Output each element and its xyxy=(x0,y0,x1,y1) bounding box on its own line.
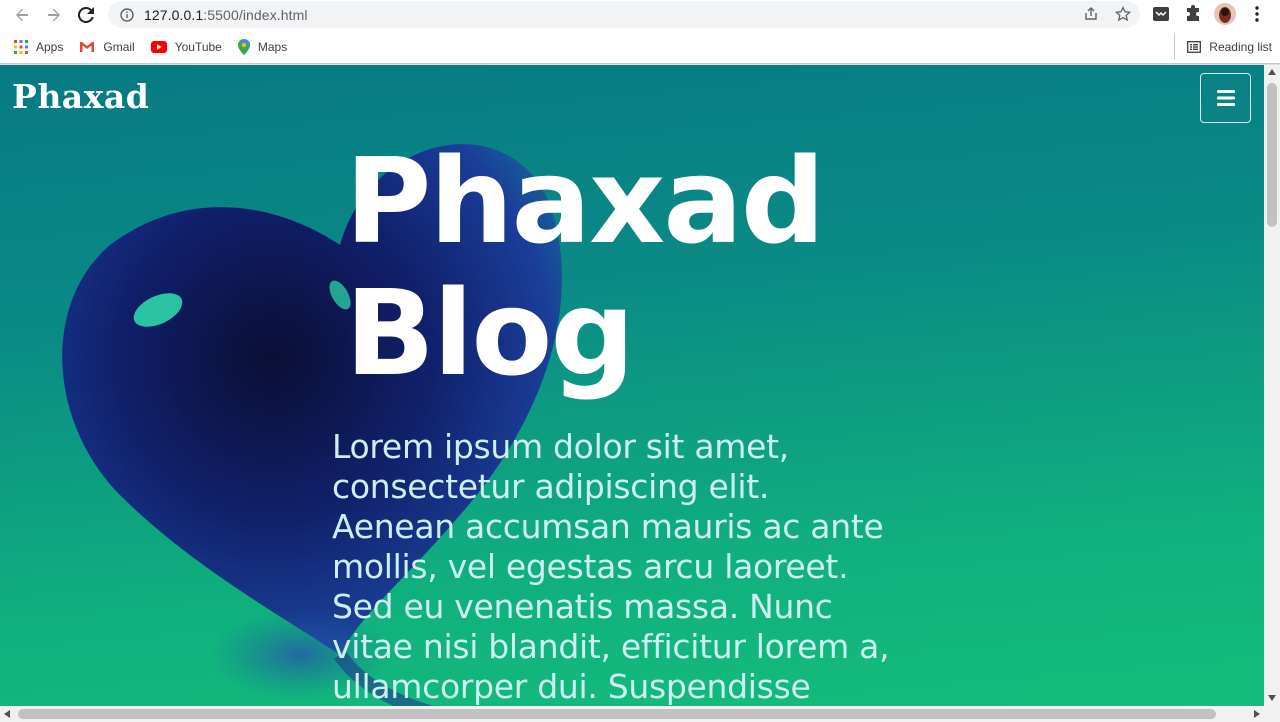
hero-description: Lorem ipsum dolor sit amet, consectetur … xyxy=(332,427,890,706)
gmail-icon xyxy=(80,41,95,52)
bookmark-gmail[interactable]: Gmail xyxy=(71,34,142,60)
extension-icon[interactable] xyxy=(1150,3,1172,25)
url-path: :5500/index.html xyxy=(203,6,308,23)
address-bar[interactable]: 127.0.0.1:5500/index.html xyxy=(108,1,1140,28)
extensions-puzzle-icon[interactable] xyxy=(1182,3,1204,25)
page-viewport: Phaxad Phaxad Blog Lorem ipsum dolor sit… xyxy=(0,65,1264,706)
vertical-scroll-thumb[interactable] xyxy=(1267,83,1277,227)
back-button[interactable] xyxy=(6,1,38,29)
apps-grid-icon xyxy=(14,39,28,54)
back-arrow-icon xyxy=(16,8,28,22)
horizontal-scroll-thumb[interactable] xyxy=(18,709,1216,719)
reading-list-button[interactable]: Reading list xyxy=(1174,34,1272,60)
bookmark-maps[interactable]: Maps xyxy=(230,34,295,60)
reload-icon xyxy=(78,7,94,23)
reading-list-icon xyxy=(1187,41,1202,53)
bookmark-label: Apps xyxy=(36,39,64,54)
site-info-icon[interactable] xyxy=(120,7,134,22)
scroll-up-arrow-icon[interactable] xyxy=(1268,69,1276,75)
bookmark-label: Maps xyxy=(257,39,288,54)
scroll-down-arrow-icon[interactable] xyxy=(1268,695,1276,701)
scroll-left-arrow-icon[interactable] xyxy=(4,710,10,718)
menu-toggle-button[interactable] xyxy=(1200,73,1251,123)
bookmark-youtube[interactable]: YouTube xyxy=(143,34,230,60)
horizontal-scrollbar[interactable] xyxy=(0,706,1280,722)
url-host: 127.0.0.1 xyxy=(144,6,204,23)
bookmarks-bar: Apps Gmail YouTube Maps Reading list xyxy=(0,30,1280,64)
hamburger-menu-icon xyxy=(1216,90,1235,106)
bookmark-apps[interactable]: Apps xyxy=(6,34,71,60)
forward-button[interactable] xyxy=(38,1,70,29)
maps-pin-icon xyxy=(237,38,250,55)
bookmark-label: YouTube xyxy=(174,39,222,54)
brand-logo[interactable]: Phaxad xyxy=(12,77,149,116)
reload-button[interactable] xyxy=(70,1,102,29)
scroll-right-arrow-icon[interactable] xyxy=(1254,710,1260,718)
vertical-scrollbar[interactable] xyxy=(1264,65,1280,706)
bookmark-star-icon[interactable] xyxy=(1114,5,1132,23)
bookmark-label: Gmail xyxy=(103,39,135,54)
hero-title: Phaxad Blog xyxy=(345,132,825,402)
forward-arrow-icon xyxy=(48,8,60,22)
browser-toolbar: 127.0.0.1:5500/index.html xyxy=(0,0,1280,30)
profile-avatar[interactable] xyxy=(1214,3,1236,25)
youtube-icon xyxy=(150,40,167,53)
share-icon[interactable] xyxy=(1082,5,1100,23)
url-text: 127.0.0.1:5500/index.html xyxy=(144,7,308,23)
reading-list-label: Reading list xyxy=(1209,40,1272,54)
more-menu-icon[interactable] xyxy=(1246,3,1268,25)
